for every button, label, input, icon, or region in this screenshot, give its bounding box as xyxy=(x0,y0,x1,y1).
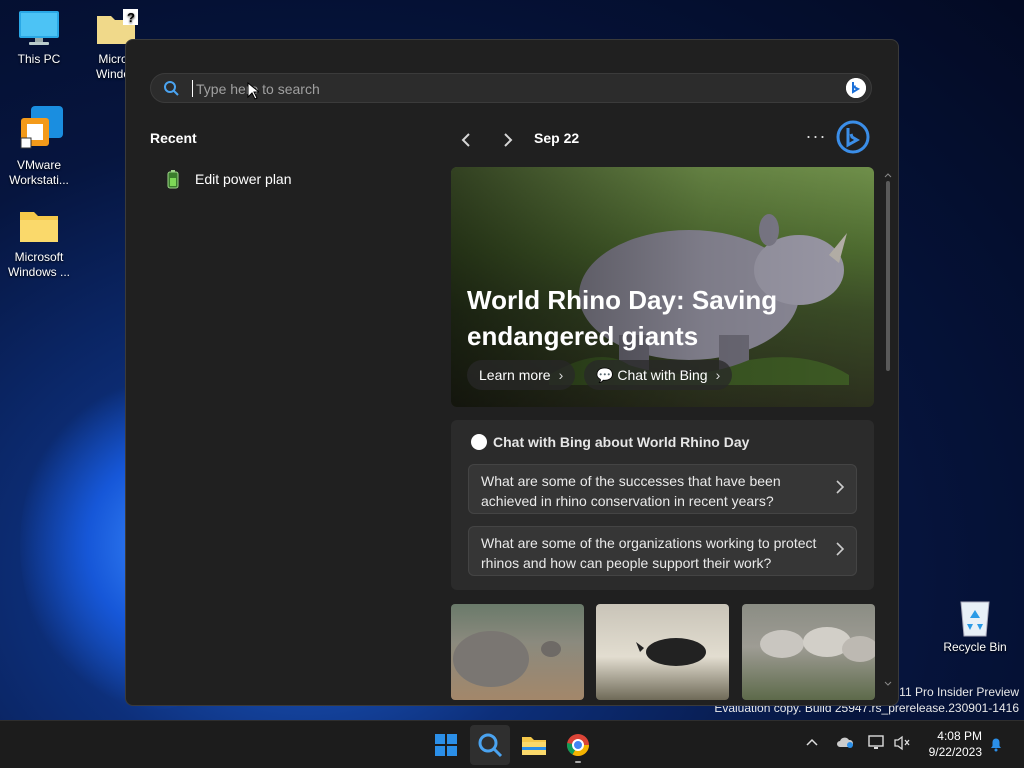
folder-icon xyxy=(17,206,61,246)
clock-date: 9/22/2023 xyxy=(928,745,982,759)
chevron-right-icon xyxy=(836,480,845,494)
windows-logo-icon xyxy=(435,734,457,756)
folder-icon xyxy=(522,737,546,755)
desktop-icon-recycle-bin[interactable]: Recycle Bin xyxy=(937,596,1013,655)
rhino-thumbnail-2[interactable] xyxy=(596,604,729,700)
chrome-icon xyxy=(567,734,589,763)
chat-card-heading: Chat with Bing about World Rhino Day xyxy=(471,434,749,450)
chat-question-2[interactable]: What are some of the organizations worki… xyxy=(468,526,857,576)
chevron-right-icon: › xyxy=(715,367,721,383)
next-button[interactable] xyxy=(495,128,519,152)
date-label: Sep 22 xyxy=(534,130,580,146)
cloud-icon xyxy=(837,737,854,748)
hero-title[interactable]: World Rhino Day: Saving endangered giant… xyxy=(467,282,827,354)
clock-time: 4:08 PM xyxy=(937,729,982,743)
chevron-up-icon xyxy=(806,738,818,746)
search-icon xyxy=(164,81,179,96)
desktop-icon-this-pc[interactable]: This PC xyxy=(1,8,77,67)
hero-card[interactable]: World Rhino Day: Saving endangered giant… xyxy=(451,167,874,407)
scrollbar-thumb[interactable] xyxy=(886,181,890,371)
taskbar-search-button[interactable] xyxy=(470,725,510,765)
chevron-left-icon xyxy=(461,133,470,147)
recent-item-edit-power-plan[interactable]: Edit power plan xyxy=(150,162,430,196)
desktop-icon-vmware[interactable]: VMware Workstati... xyxy=(1,104,77,188)
chevron-right-icon xyxy=(836,542,845,556)
chat-with-bing-button[interactable]: 💬 Chat with Bing › xyxy=(584,360,733,390)
bing-chat-button[interactable] xyxy=(836,120,870,154)
rhino-thumbnail-1[interactable] xyxy=(451,604,584,700)
clock[interactable]: 4:08 PM 9/22/2023 xyxy=(929,728,982,760)
scroll-down-arrow-icon[interactable] xyxy=(883,679,893,689)
onedrive-button[interactable] xyxy=(836,735,854,752)
search-panel: Recent Edit power plan Sep 22 ··· World … xyxy=(125,39,899,706)
bing-icon[interactable] xyxy=(846,78,866,98)
chevron-right-icon: › xyxy=(558,367,564,383)
speaker-muted-icon xyxy=(894,735,910,751)
notifications-button[interactable] xyxy=(988,736,1004,755)
search-input[interactable] xyxy=(194,77,798,101)
search-icon xyxy=(478,733,503,758)
start-button[interactable] xyxy=(426,725,466,765)
vmware-icon xyxy=(17,104,63,154)
scrollbar[interactable] xyxy=(883,167,893,697)
monitor-icon xyxy=(17,8,61,48)
volume-button[interactable] xyxy=(893,735,911,754)
recent-item-label: Edit power plan xyxy=(195,171,292,187)
bing-chat-card: Chat with Bing about World Rhino Day Wha… xyxy=(451,420,874,590)
show-hidden-icons-button[interactable] xyxy=(805,735,819,752)
network-button[interactable] xyxy=(868,735,886,754)
network-icon xyxy=(868,735,884,749)
bell-icon xyxy=(991,738,1001,752)
rhino-thumbnail-3[interactable] xyxy=(742,604,875,700)
mouse-cursor-icon xyxy=(247,82,259,100)
svg-text:?: ? xyxy=(127,10,135,25)
bing-icon xyxy=(471,434,487,450)
previous-button[interactable] xyxy=(455,128,479,152)
taskbar: 4:08 PM 9/22/2023 xyxy=(0,720,1024,768)
desktop-icon-microsoft-windows-folder[interactable]: Microsoft Windows ... xyxy=(1,206,77,280)
recent-heading: Recent xyxy=(150,130,197,146)
scroll-up-arrow-icon[interactable] xyxy=(883,170,893,180)
file-explorer-button[interactable] xyxy=(514,725,554,765)
chevron-right-icon xyxy=(504,133,513,147)
battery-icon xyxy=(167,170,179,189)
chat-question-1[interactable]: What are some of the successes that have… xyxy=(468,464,857,514)
more-options-button[interactable]: ··· xyxy=(804,126,828,150)
watermark-line1: s 11 Pro Insider Preview xyxy=(889,685,1019,699)
bing-logo-icon xyxy=(836,120,870,154)
learn-more-button[interactable]: Learn more › xyxy=(467,360,576,390)
chat-bubble-icon: 💬 xyxy=(596,367,618,383)
chrome-button[interactable] xyxy=(558,725,598,765)
text-caret xyxy=(192,80,193,97)
recycle-bin-icon xyxy=(953,596,997,637)
